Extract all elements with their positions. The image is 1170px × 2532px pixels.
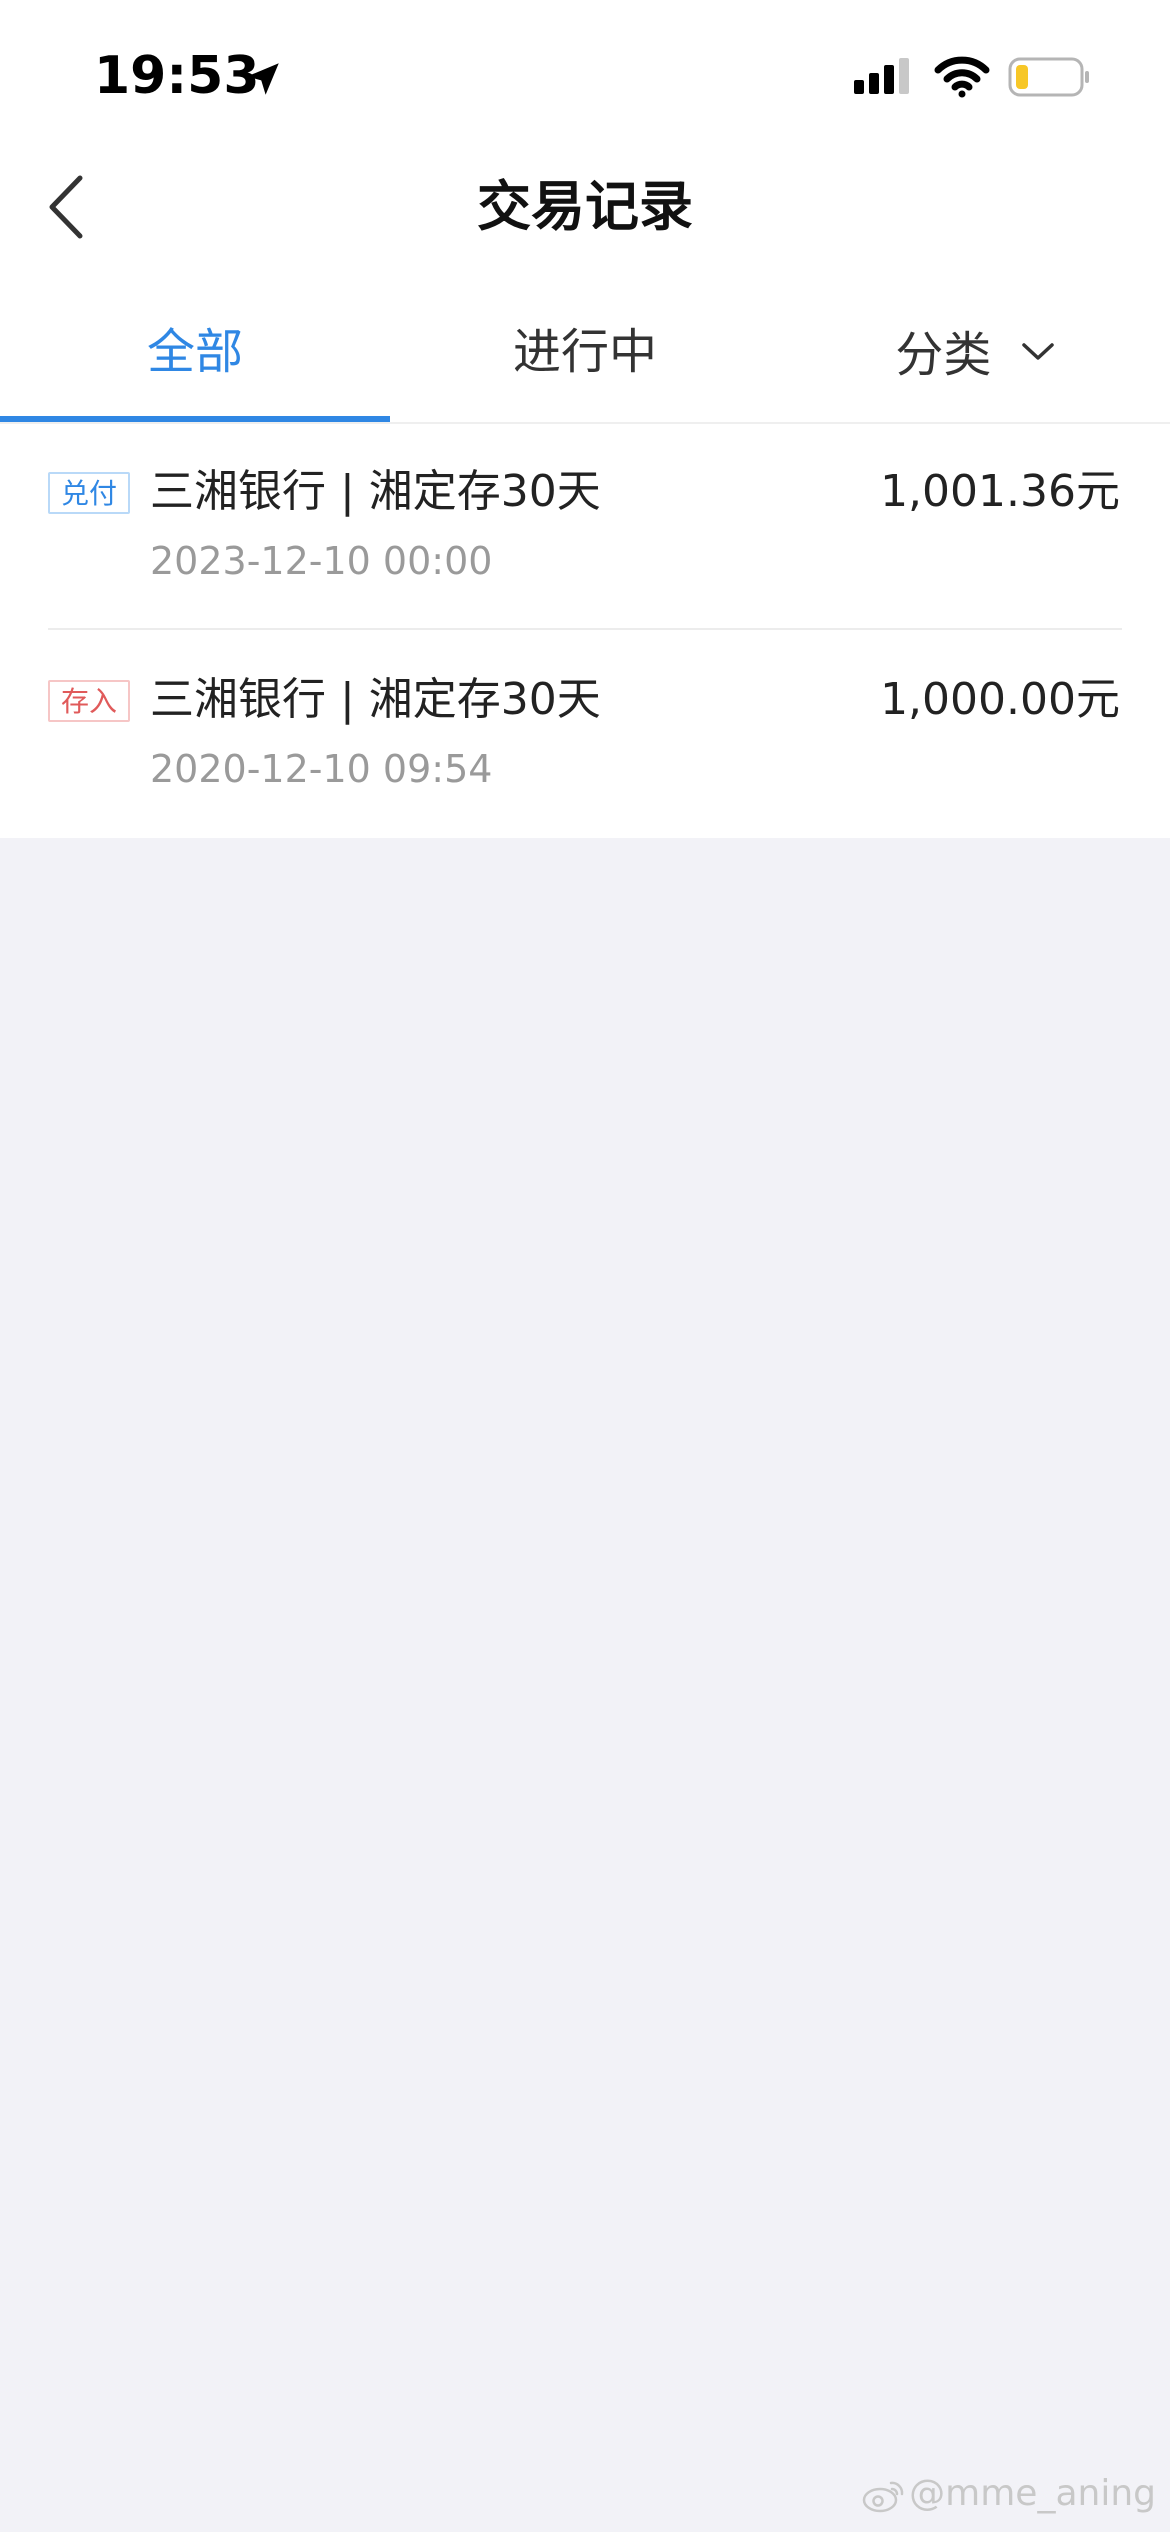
weibo-icon xyxy=(862,2481,904,2513)
transaction-row[interactable]: 兑付 三湘银行 | 湘定存30天 1,001.36元 2023-12-10 00… xyxy=(0,424,1170,630)
tab-category-label: 分类 xyxy=(895,327,992,383)
location-arrow-icon xyxy=(247,63,279,95)
wifi-icon xyxy=(934,56,990,98)
transaction-row[interactable]: 存入 三湘银行 | 湘定存30天 1,000.00元 2020-12-10 09… xyxy=(0,632,1170,838)
cellular-signal-icon xyxy=(854,58,909,94)
content-panel: 19:53 交易记录 全部 进行中 分类 兑付 三湘银行 | 湘定存30天 1,… xyxy=(0,0,1170,838)
transaction-name: 三湘银行 | 湘定存30天 xyxy=(150,466,601,517)
status-time: 19:53 xyxy=(94,46,260,106)
tab-ongoing[interactable]: 进行中 xyxy=(390,316,780,388)
watermark-text: @mme_aning xyxy=(909,2473,1156,2514)
transaction-time: 2023-12-10 00:00 xyxy=(150,539,493,583)
transaction-name: 三湘银行 | 湘定存30天 xyxy=(150,674,601,725)
page-title: 交易记录 xyxy=(477,175,693,238)
transaction-amount: 1,000.00元 xyxy=(880,674,1120,725)
tab-category[interactable]: 分类 xyxy=(780,316,1170,388)
watermark: @mme_aning xyxy=(861,2472,1156,2516)
transaction-time: 2020-12-10 09:54 xyxy=(150,747,493,791)
battery-icon xyxy=(1008,57,1089,97)
row-divider xyxy=(48,628,1122,630)
redeem-badge: 兑付 xyxy=(48,472,130,514)
chevron-down-icon xyxy=(1021,343,1054,360)
deposit-badge: 存入 xyxy=(48,680,130,722)
transaction-amount: 1,001.36元 xyxy=(880,466,1120,517)
tab-all[interactable]: 全部 xyxy=(0,316,390,388)
